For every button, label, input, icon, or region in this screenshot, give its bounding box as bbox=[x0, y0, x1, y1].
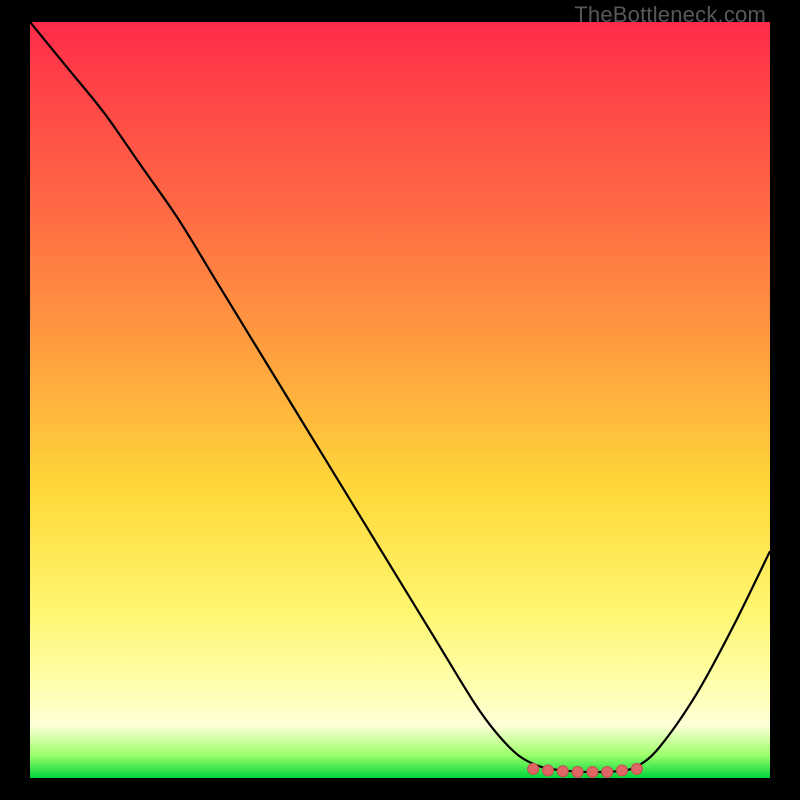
marker-dot bbox=[587, 766, 598, 777]
chart-frame: TheBottleneck.com bbox=[0, 0, 800, 800]
watermark-text: TheBottleneck.com bbox=[574, 2, 766, 28]
optimal-range-markers bbox=[528, 763, 643, 777]
marker-dot bbox=[543, 765, 554, 776]
plot-area bbox=[30, 22, 770, 778]
bottleneck-curve bbox=[30, 22, 770, 772]
marker-dot bbox=[631, 763, 642, 774]
marker-dot bbox=[572, 766, 583, 777]
marker-dot bbox=[557, 766, 568, 777]
marker-dot bbox=[617, 765, 628, 776]
marker-dot bbox=[528, 763, 539, 774]
chart-svg bbox=[30, 22, 770, 778]
marker-dot bbox=[602, 766, 613, 777]
